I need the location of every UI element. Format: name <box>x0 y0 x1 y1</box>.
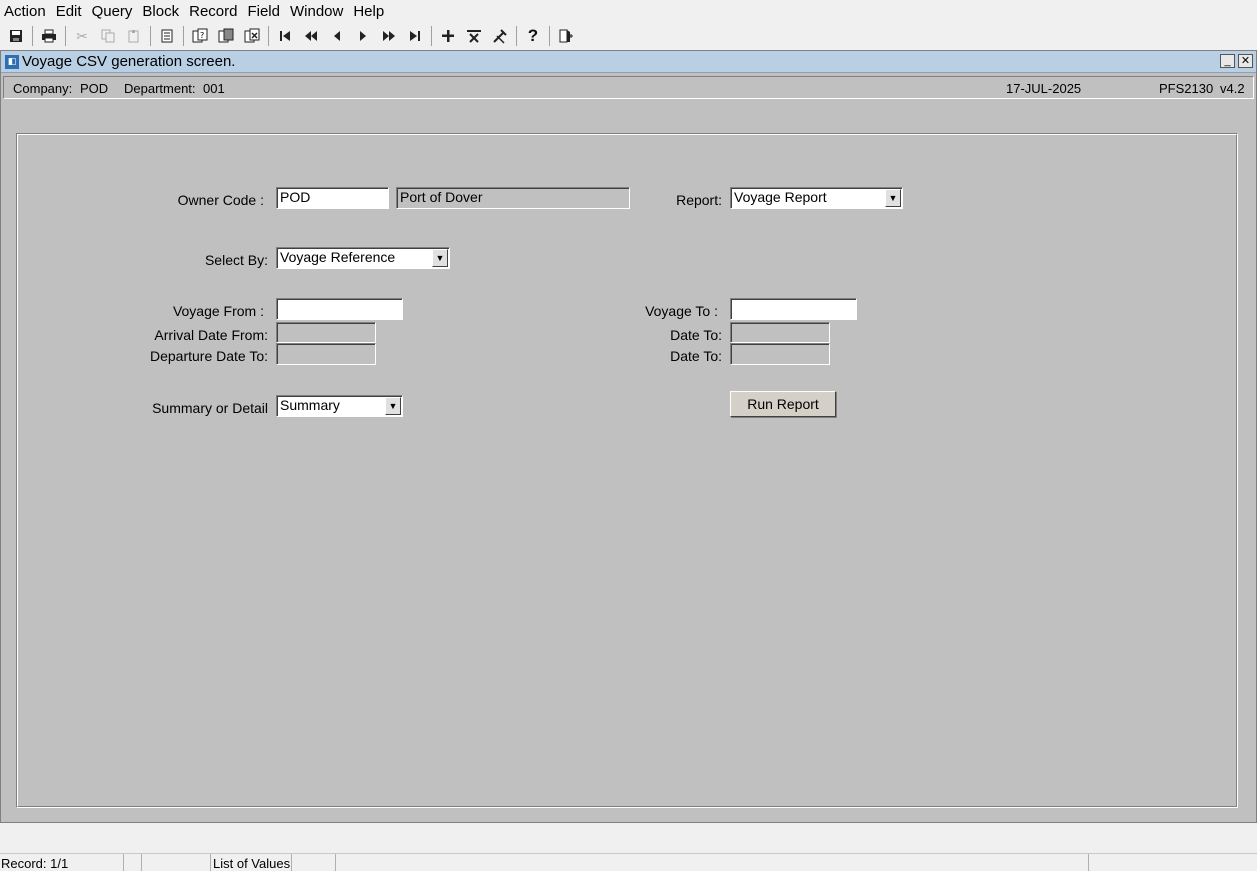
minimize-button[interactable]: _ <box>1220 54 1235 68</box>
run-report-button[interactable]: Run Report <box>730 391 836 417</box>
toolbar-separator <box>32 26 33 46</box>
first-record-icon[interactable] <box>275 26 295 46</box>
print-icon[interactable] <box>39 26 59 46</box>
select-by-value: Voyage Reference <box>280 249 396 265</box>
status-divider <box>291 854 292 871</box>
summary-detail-select[interactable]: Summary ▼ <box>276 395 403 417</box>
form-panel <box>16 133 1238 808</box>
paste-icon[interactable] <box>124 26 144 46</box>
status-divider <box>141 854 142 871</box>
owner-code-input[interactable]: POD <box>276 187 389 209</box>
execute-query-icon[interactable] <box>216 26 236 46</box>
department-label: Department: <box>124 81 196 96</box>
voyage-to-input[interactable] <box>730 298 857 320</box>
list-of-values-indicator: List of Values <box>213 856 291 871</box>
save-icon[interactable] <box>6 26 26 46</box>
insert-record-icon[interactable] <box>438 26 458 46</box>
menu-help[interactable]: Help <box>353 3 384 20</box>
owner-name-field: Port of Dover <box>396 187 630 209</box>
status-divider <box>1088 854 1089 871</box>
voyage-from-label: Voyage From : <box>172 303 264 319</box>
cut-icon[interactable]: ✂ <box>72 26 92 46</box>
form-panel-inner <box>17 134 1237 807</box>
company-value: POD <box>80 81 109 96</box>
clear-record-icon[interactable] <box>490 26 510 46</box>
toolbar-separator <box>150 26 151 46</box>
current-date: 17-JUL-2025 <box>1006 81 1082 96</box>
arrival-date-to-input[interactable] <box>730 322 830 343</box>
menu-action[interactable]: Action <box>4 3 46 20</box>
next-set-icon[interactable] <box>379 26 399 46</box>
exit-icon[interactable] <box>556 26 576 46</box>
departure-date-to-input[interactable] <box>730 343 830 365</box>
menu-field[interactable]: Field <box>247 3 280 20</box>
menu-edit[interactable]: Edit <box>56 3 82 20</box>
previous-set-icon[interactable] <box>301 26 321 46</box>
toolbar-separator <box>65 26 66 46</box>
toolbar: ✂ ? ? <box>0 23 1257 49</box>
dropdown-arrow-icon[interactable]: ▼ <box>385 397 401 415</box>
arrival-date-from-label: Arrival Date From: <box>154 327 268 343</box>
menu-record[interactable]: Record <box>189 3 237 20</box>
enter-query-icon[interactable]: ? <box>190 26 210 46</box>
clear-form-icon[interactable] <box>157 26 177 46</box>
next-record-icon[interactable] <box>353 26 373 46</box>
window-titlebar: ◧ Voyage CSV generation screen. _ ✕ <box>1 51 1256 73</box>
report-select-value: Voyage Report <box>734 189 827 205</box>
departure-date-to-label: Departure Date To: <box>149 348 268 364</box>
last-record-icon[interactable] <box>405 26 425 46</box>
window-title: Voyage CSV generation screen. <box>22 53 236 70</box>
record-counter: Record: 1/1 <box>1 856 69 871</box>
toolbar-separator <box>183 26 184 46</box>
voyage-from-input[interactable] <box>276 298 403 320</box>
report-label: Report: <box>676 192 722 208</box>
summary-detail-label: Summary or Detail <box>152 400 268 416</box>
arrival-date-to-label: Date To: <box>670 327 722 343</box>
arrival-date-from-input[interactable] <box>276 322 376 343</box>
form-window: ◧ Voyage CSV generation screen. _ ✕ Comp… <box>0 50 1257 823</box>
svg-text:?: ? <box>200 31 204 40</box>
toolbar-separator <box>431 26 432 46</box>
select-by-label: Select By: <box>204 252 268 268</box>
company-label: Company: <box>13 81 73 96</box>
program-version: v4.2 <box>1220 81 1245 96</box>
toolbar-separator <box>549 26 550 46</box>
status-divider <box>123 854 124 871</box>
help-icon[interactable]: ? <box>523 26 543 46</box>
delete-record-icon[interactable] <box>464 26 484 46</box>
departure-date-from-input[interactable] <box>276 343 376 365</box>
close-button[interactable]: ✕ <box>1238 54 1253 68</box>
dropdown-arrow-icon[interactable]: ▼ <box>885 189 901 207</box>
program-code: PFS2130 <box>1159 81 1214 96</box>
menu-query[interactable]: Query <box>92 3 133 20</box>
departure-date-to-label-right: Date To: <box>670 348 722 364</box>
dropdown-arrow-icon[interactable]: ▼ <box>432 249 448 267</box>
status-divider <box>210 854 211 871</box>
owner-code-label: Owner Code : <box>177 192 264 208</box>
menu-window[interactable]: Window <box>290 3 343 20</box>
department-value: 001 <box>203 81 225 96</box>
voyage-to-label: Voyage To : <box>645 303 718 319</box>
info-bar: Company: POD Department: 001 17-JUL-2025… <box>3 76 1254 99</box>
toolbar-separator <box>516 26 517 46</box>
cancel-query-icon[interactable] <box>242 26 262 46</box>
report-select[interactable]: Voyage Report ▼ <box>730 187 903 209</box>
status-bar: Record: 1/1 List of Values <box>0 853 1257 871</box>
copy-icon[interactable] <box>98 26 118 46</box>
select-by-select[interactable]: Voyage Reference ▼ <box>276 247 450 269</box>
window-icon: ◧ <box>5 54 19 69</box>
menu-bar: Action Edit Query Block Record Field Win… <box>0 0 1257 23</box>
status-divider <box>335 854 336 871</box>
toolbar-separator <box>268 26 269 46</box>
previous-record-icon[interactable] <box>327 26 347 46</box>
menu-block[interactable]: Block <box>142 3 179 20</box>
summary-detail-value: Summary <box>280 397 340 413</box>
